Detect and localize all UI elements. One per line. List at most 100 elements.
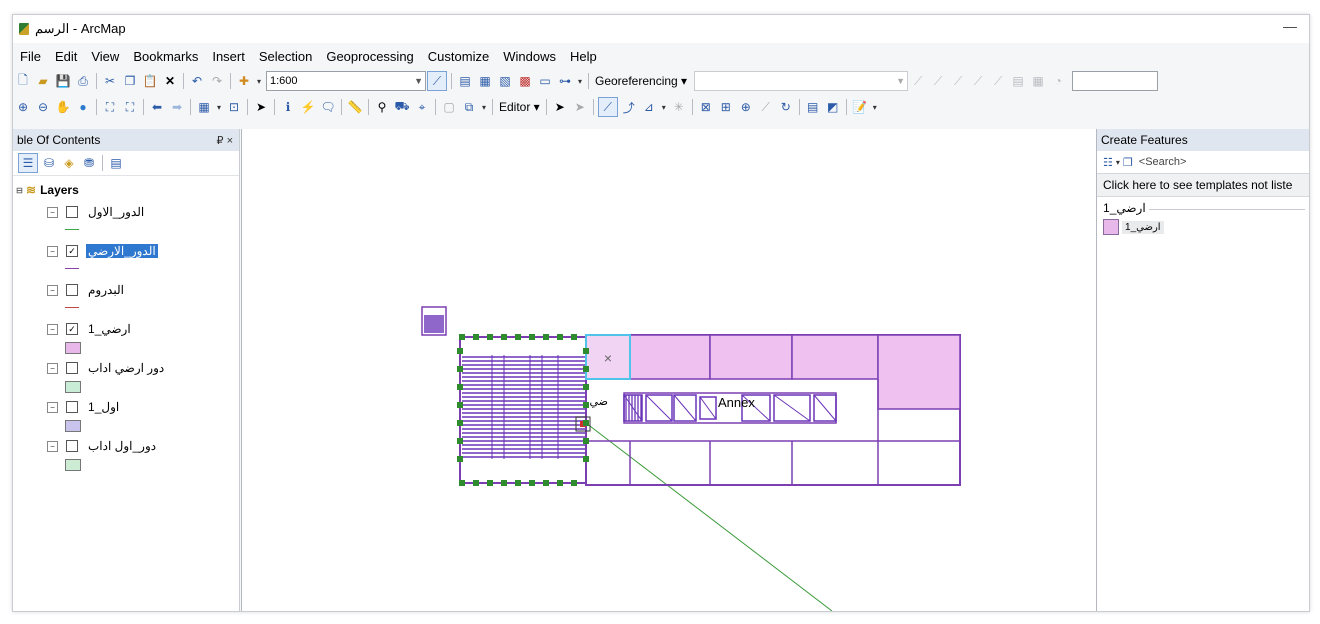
feature-template-item[interactable]: ارضي_1 xyxy=(1103,219,1164,235)
fixed-zoom-in-icon[interactable]: ⛶ xyxy=(101,98,119,116)
layer-name[interactable]: البدروم xyxy=(86,283,126,297)
vertex-handle[interactable] xyxy=(557,334,563,340)
vertex-handle[interactable] xyxy=(515,334,521,340)
editor-toolbar-icon[interactable]: ⟋ xyxy=(427,71,447,91)
vertex-handle[interactable] xyxy=(457,438,463,444)
html-popup-icon[interactable]: 🗨 xyxy=(319,98,337,116)
layer-name[interactable]: اول_1 xyxy=(86,400,121,414)
search-window-icon[interactable]: ▧ xyxy=(496,72,514,90)
rotate-icon[interactable]: ⟋ xyxy=(949,72,967,90)
collapse-icon[interactable]: − xyxy=(47,362,58,374)
vertex-handle[interactable] xyxy=(487,334,493,340)
back-extent-icon[interactable]: ⬅ xyxy=(148,98,166,116)
vertex-handle[interactable] xyxy=(473,480,479,486)
list-by-visibility-icon[interactable]: ◈ xyxy=(60,154,78,172)
vertex-handle[interactable] xyxy=(487,480,493,486)
split-tool-icon[interactable]: ⟋ xyxy=(757,98,775,116)
organize-templates-icon[interactable]: ☷ xyxy=(1103,156,1113,169)
zoom-in-icon[interactable]: ⊕ xyxy=(14,98,32,116)
vertex-handle[interactable] xyxy=(543,480,549,486)
toc-layer-row[interactable]: − البدروم xyxy=(47,283,132,297)
add-data-icon[interactable]: ✚ xyxy=(235,72,253,90)
menu-customize[interactable]: Customize xyxy=(421,49,496,64)
georef-tools-icon[interactable]: ◔ xyxy=(1049,72,1067,90)
list-by-source-icon[interactable]: ⛁ xyxy=(40,154,58,172)
menu-bookmarks[interactable]: Bookmarks xyxy=(126,49,205,64)
menu-file[interactable]: File xyxy=(13,49,48,64)
toc-pin-close-controls[interactable]: ₽ × xyxy=(217,134,233,147)
catalog-window-icon[interactable]: ▦ xyxy=(476,72,494,90)
create-viewer-window-icon[interactable]: ⧉ xyxy=(460,98,478,116)
minimize-button[interactable]: — xyxy=(1283,18,1297,34)
editor-menu[interactable]: Editor ▾ xyxy=(496,100,543,114)
vertex-handle[interactable] xyxy=(457,366,463,372)
collapse-icon[interactable]: ⊟ xyxy=(15,185,24,195)
vertex-handle[interactable] xyxy=(473,334,479,340)
georeferencing-input[interactable] xyxy=(1072,71,1159,91)
layer-name[interactable]: ارضي_1 xyxy=(86,322,133,336)
vertex-handle[interactable] xyxy=(459,334,465,340)
open-folder-icon[interactable]: ▰ xyxy=(34,72,52,90)
list-by-drawing-order-icon[interactable]: ☰ xyxy=(18,153,38,173)
find-route-icon[interactable]: ⛟ xyxy=(393,98,411,116)
sketch-properties-icon[interactable]: ◩ xyxy=(824,98,842,116)
layer-name[interactable]: دور ارضي اداب xyxy=(86,361,166,375)
find-binoculars-icon[interactable]: ⚲ xyxy=(373,98,391,116)
save-icon[interactable]: 💾 xyxy=(54,72,72,90)
vertex-handle[interactable] xyxy=(457,456,463,462)
toc-layer-row[interactable]: − الدور_الاول xyxy=(47,205,152,219)
vertex-handle[interactable] xyxy=(529,334,535,340)
georeferencing-menu[interactable]: Georeferencing ▾ xyxy=(592,74,690,88)
edit-annotation-icon[interactable]: ➤ xyxy=(571,98,589,116)
layer-visibility-checkbox[interactable]: ✓ xyxy=(66,323,78,335)
vertex-handle[interactable] xyxy=(457,348,463,354)
vertex-handle[interactable] xyxy=(583,402,589,408)
print-icon[interactable]: ⎙ xyxy=(74,72,92,90)
vertex-handle[interactable] xyxy=(515,480,521,486)
select-features-icon[interactable]: ▦ xyxy=(195,98,213,116)
edit-tool-icon[interactable]: ➤ xyxy=(551,98,569,116)
vertex-handle[interactable] xyxy=(583,366,589,372)
vertex-handle[interactable] xyxy=(583,420,589,426)
vertex-handle[interactable] xyxy=(583,348,589,354)
map-view[interactable]: × ضي Annex xyxy=(241,129,1097,611)
python-window-icon[interactable]: ▭ xyxy=(536,72,554,90)
chevron-down-icon[interactable]: ▾ xyxy=(1116,158,1120,167)
layer-name[interactable]: الدور_الارضي xyxy=(86,244,158,258)
arctoolbox-icon[interactable]: ▩ xyxy=(516,72,534,90)
table-of-contents-window-icon[interactable]: ▤ xyxy=(456,72,474,90)
measure-icon[interactable]: 📏 xyxy=(346,98,364,116)
vertex-handle[interactable] xyxy=(457,402,463,408)
vertex-handle[interactable] xyxy=(571,480,577,486)
toc-options-icon[interactable]: ▤ xyxy=(107,154,125,172)
scale-icon[interactable]: ⟋ xyxy=(989,72,1007,90)
vertex-handle[interactable] xyxy=(459,480,465,486)
vertex-handle[interactable] xyxy=(529,480,535,486)
menu-selection[interactable]: Selection xyxy=(252,49,319,64)
end-point-arc-icon[interactable]: ⤴ xyxy=(620,98,638,116)
redo-icon[interactable]: ↷ xyxy=(208,72,226,90)
rotate-tool-icon[interactable]: ↻ xyxy=(777,98,795,116)
fixed-zoom-out-icon[interactable]: ⛶ xyxy=(121,98,139,116)
toolbar-options-icon[interactable]: ▾ xyxy=(576,72,584,90)
reshape-feature-icon[interactable]: ⊞ xyxy=(717,98,735,116)
auto-adjust-icon[interactable]: ⟋ xyxy=(929,72,947,90)
select-elements-arrow-icon[interactable]: ➤ xyxy=(252,98,270,116)
undo-icon[interactable]: ↶ xyxy=(188,72,206,90)
vertex-handle[interactable] xyxy=(557,480,563,486)
vertex-handle[interactable] xyxy=(583,438,589,444)
paste-icon[interactable]: 📋 xyxy=(141,72,159,90)
menu-geoprocessing[interactable]: Geoprocessing xyxy=(319,49,420,64)
vertex-handle[interactable] xyxy=(457,384,463,390)
select-dropdown-icon[interactable]: ▾ xyxy=(215,98,223,116)
menu-view[interactable]: View xyxy=(84,49,126,64)
vertex-handle[interactable] xyxy=(543,334,549,340)
zoom-out-icon[interactable]: ⊖ xyxy=(34,98,52,116)
go-to-xy-icon[interactable]: ⌖ xyxy=(413,98,431,116)
layer-name[interactable]: دور_اول اداب xyxy=(86,439,158,453)
layer-visibility-checkbox[interactable] xyxy=(66,401,78,413)
time-slider-icon[interactable]: ▢ xyxy=(440,98,458,116)
toc-layer-row[interactable]: − دور_اول اداب xyxy=(47,439,164,453)
forward-extent-icon[interactable]: ➡ xyxy=(168,98,186,116)
model-builder-icon[interactable]: ⊶ xyxy=(556,72,574,90)
